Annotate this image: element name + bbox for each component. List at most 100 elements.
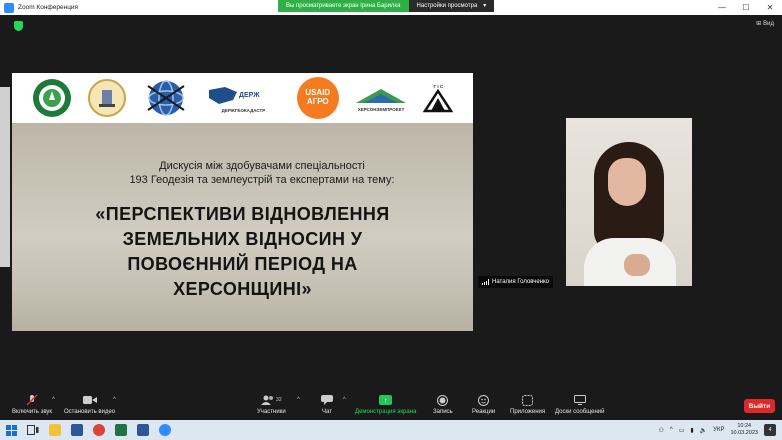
whiteboards-label: Доски сообщений bbox=[555, 409, 605, 415]
shared-screen-edge bbox=[0, 87, 10, 267]
video-options-caret[interactable]: ^ bbox=[113, 397, 116, 403]
whiteboards-button[interactable]: Доски сообщений bbox=[555, 394, 605, 415]
language-indicator[interactable]: УКР bbox=[713, 427, 724, 433]
microphone-muted-icon bbox=[26, 394, 38, 406]
slide-body: Дискусія між здобувачами спеціальності 1… bbox=[12, 123, 473, 331]
slide-headline: «ПЕРСПЕКТИВИ ВІДНОВЛЕННЯ ЗЕМЕЛЬНИХ ВІДНО… bbox=[22, 202, 463, 302]
participants-icon: 32 bbox=[261, 394, 282, 406]
stop-video-label: Остановить видео bbox=[64, 409, 116, 415]
headline-line-1: «ПЕРСПЕКТИВИ ВІДНОВЛЕННЯ bbox=[95, 204, 390, 224]
participants-button[interactable]: 32 Участники bbox=[257, 394, 286, 415]
chrome-icon[interactable] bbox=[88, 420, 110, 440]
grid-icon: ⊞ bbox=[756, 21, 762, 27]
share-screen-label: Демонстрация экрана bbox=[355, 409, 417, 415]
close-button[interactable]: ✕ bbox=[758, 0, 782, 15]
audio-options-caret[interactable]: ^ bbox=[52, 397, 55, 403]
headline-line-3: ПОВОЄННИЙ ПЕРІОД НА bbox=[127, 254, 358, 274]
record-label: Запись bbox=[433, 409, 453, 415]
zoom-icon bbox=[4, 2, 14, 13]
department-globe-logo bbox=[142, 76, 190, 120]
clock[interactable]: 10:24 10.03.2023 bbox=[730, 423, 758, 437]
signal-icon bbox=[482, 279, 489, 285]
participant-face bbox=[608, 158, 646, 206]
file-explorer-icon[interactable] bbox=[44, 420, 66, 440]
stop-video-button[interactable]: Остановить видео bbox=[64, 394, 115, 415]
windows-taskbar: ⚇ ^ ▭ ▮ 🔈 УКР 10:24 10.03.2023 4 bbox=[0, 420, 782, 440]
khersonzemproekt-label: ХЕРСОНЗЕМПРОЕКТ bbox=[357, 106, 405, 112]
apps-label: Приложения bbox=[510, 409, 546, 415]
chat-options-caret[interactable]: ^ bbox=[343, 397, 346, 403]
view-label: Вид bbox=[763, 20, 774, 27]
security-shield-icon[interactable] bbox=[14, 21, 23, 31]
window-title: Zoom Конференция bbox=[18, 4, 79, 11]
network-icon[interactable]: ▭ bbox=[679, 427, 685, 434]
record-icon bbox=[437, 394, 449, 406]
shared-slide: ДЕРЖ ДЕРЖГЕОКАДАСТР USAID АГРО ХЕРСОНЗЕМ… bbox=[12, 73, 473, 331]
logo-bar: ДЕРЖ ДЕРЖГЕОКАДАСТР USAID АГРО ХЕРСОНЗЕМ… bbox=[12, 73, 473, 123]
notifications-badge[interactable]: 4 bbox=[764, 424, 776, 436]
slide-subtitle: Дискусія між здобувачами спеціальності 1… bbox=[52, 159, 472, 187]
view-button[interactable]: ⊞ Вид bbox=[756, 20, 774, 28]
record-button[interactable]: Запись bbox=[433, 394, 453, 415]
unmute-label: Включить звук bbox=[12, 409, 53, 415]
chat-icon bbox=[321, 394, 333, 406]
participants-count: 32 bbox=[276, 397, 282, 403]
clock-time: 10:24 bbox=[737, 423, 752, 429]
zoom-taskbar-icon[interactable] bbox=[154, 420, 176, 440]
clock-date: 10.03.2023 bbox=[730, 430, 758, 436]
window-controls: — ☐ ✕ bbox=[710, 0, 782, 15]
participant-name: Наталия Головченко bbox=[492, 279, 550, 285]
participants-options-caret[interactable]: ^ bbox=[297, 397, 300, 403]
chevron-up-icon[interactable]: ^ bbox=[670, 427, 673, 433]
people-icon[interactable]: ⚇ bbox=[658, 427, 663, 434]
windows-start-icon[interactable] bbox=[0, 420, 22, 440]
chevron-down-icon: ▾ bbox=[483, 3, 487, 9]
participant-video[interactable] bbox=[566, 118, 692, 286]
task-view-icon[interactable] bbox=[22, 420, 44, 440]
gis-logo: Г І С bbox=[423, 84, 454, 113]
chat-label: Чат bbox=[322, 409, 332, 415]
zoom-window: Zoom Конференция Вы просматриваете экран… bbox=[0, 0, 782, 440]
unmute-button[interactable]: Включить звук bbox=[12, 394, 52, 415]
view-options-button[interactable]: Настройки просмотра ▾ bbox=[408, 0, 495, 12]
battery-icon[interactable]: ▮ bbox=[690, 427, 693, 434]
participant-hand bbox=[624, 254, 650, 276]
excel-icon[interactable] bbox=[110, 420, 132, 440]
derzhgeokadastr-logo: ДЕРЖ ДЕРЖГЕОКАДАСТР bbox=[205, 84, 281, 113]
whiteboard-icon bbox=[573, 394, 586, 406]
word-icon[interactable] bbox=[66, 420, 88, 440]
meeting-toolbar: Включить звук ^ Остановить видео ^ 32 Уч… bbox=[0, 391, 782, 420]
reactions-label: Реакции bbox=[472, 409, 496, 415]
participant-name-tag: Наталия Головченко bbox=[478, 276, 554, 288]
chat-button[interactable]: Чат bbox=[321, 394, 333, 415]
headline-line-2: ЗЕМЕЛЬНИХ ВІДНОСИН У bbox=[122, 229, 363, 249]
share-screen-button[interactable]: ↑ Демонстрация экрана bbox=[355, 394, 416, 415]
smile-icon bbox=[478, 394, 490, 406]
participants-label: Участники bbox=[257, 409, 286, 415]
faculty-logo bbox=[87, 78, 127, 118]
svg-text:ДЕРЖ: ДЕРЖ bbox=[239, 92, 260, 99]
reactions-button[interactable]: Реакции bbox=[472, 394, 495, 415]
usaid-agro-logo: USAID АГРО bbox=[296, 77, 339, 119]
video-camera-icon bbox=[82, 394, 97, 406]
leave-button[interactable]: Выйти bbox=[744, 399, 775, 413]
derzhgeokadastr-label: ДЕРЖГЕОКАДАСТР bbox=[221, 107, 266, 113]
view-options-label: Настройки просмотра bbox=[416, 3, 478, 9]
university-logo bbox=[32, 78, 72, 118]
subtitle-line-2: 193 Геодезія та землеустрій та експертам… bbox=[129, 174, 395, 186]
title-bar: Zoom Конференция Вы просматриваете экран… bbox=[0, 0, 782, 15]
system-tray: ⚇ ^ ▭ ▮ 🔈 УКР 10:24 10.03.2023 4 bbox=[658, 420, 782, 440]
share-banner: Вы просматриваете экран Ірина Барилка На… bbox=[278, 0, 495, 12]
khersonzemproekt-logo: ХЕРСОНЗЕМПРОЕКТ bbox=[354, 85, 408, 112]
minimize-button[interactable]: — bbox=[710, 0, 734, 15]
maximize-button[interactable]: ☐ bbox=[734, 0, 758, 15]
apps-icon bbox=[522, 394, 534, 406]
word-document-icon[interactable] bbox=[132, 420, 154, 440]
apps-button[interactable]: Приложения bbox=[510, 394, 545, 415]
share-screen-icon: ↑ bbox=[379, 394, 393, 406]
agro-label: АГРО bbox=[306, 97, 329, 106]
headline-line-4: ХЕРСОНЩИНІ» bbox=[173, 279, 312, 299]
share-status-label: Вы просматриваете экран Ірина Барилка bbox=[278, 0, 409, 12]
subtitle-line-1: Дискусія між здобувачами спеціальності bbox=[159, 160, 365, 172]
volume-icon[interactable]: 🔈 bbox=[700, 427, 707, 434]
